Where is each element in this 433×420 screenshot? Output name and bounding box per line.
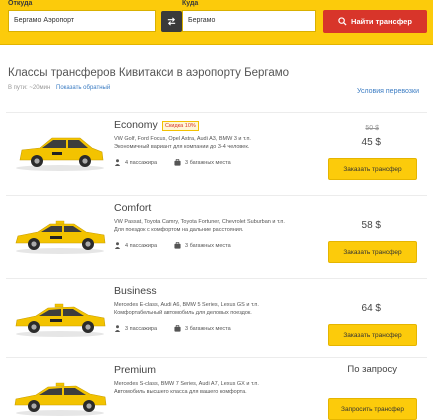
order-transfer-button[interactable]: Заказать трансфер [328, 241, 417, 263]
class-models: VW Golf, Ford Focus, Opel Astra, Audi A3… [114, 136, 251, 142]
route-meta: В пути: ~20мин Показать обратный [8, 85, 110, 91]
class-card-comfort: Comfort VW Passat, Toyota Camry, Toyota … [6, 195, 427, 273]
class-description: Автомобиль высшего класса для вашего ком… [114, 389, 247, 395]
sedan-car-image [15, 220, 106, 254]
show-reverse-link[interactable]: Показать обратный [56, 85, 110, 91]
swap-button[interactable] [161, 11, 182, 32]
class-card-economy: Economy Скидка 10% VW Golf, Ford Focus, … [6, 112, 427, 190]
person-icon [114, 159, 121, 166]
suitcase-icon [174, 159, 181, 166]
suitcase-icon [174, 242, 181, 249]
order-transfer-button[interactable]: Заказать трансфер [328, 324, 417, 346]
class-card-business: Business Mercedes E-class, Audi A6, BMW … [6, 278, 427, 356]
class-models: Mercedes E-class, Audi A6, BMW 5 Series,… [114, 302, 259, 308]
luggage-capacity: 3 багажных места [174, 325, 231, 332]
price: 64 $ [361, 303, 381, 314]
class-description: Экономичный вариант для компании до 3-4 … [114, 144, 250, 150]
bags-text: 3 багажных места [185, 242, 231, 249]
bags-text: 3 багажных места [185, 159, 231, 166]
suitcase-icon [174, 325, 181, 332]
class-name: Premium [114, 364, 157, 376]
price-on-request: По запросу [347, 364, 397, 375]
to-input[interactable]: Бергамо [182, 10, 316, 32]
class-name: Business [114, 285, 157, 297]
conditions-link[interactable]: Условия перевозки [357, 88, 419, 95]
to-label: Куда [182, 0, 199, 7]
swap-icon [167, 17, 176, 26]
class-name: Economy [114, 119, 158, 131]
passenger-capacity: 3 пассажира [114, 325, 157, 332]
class-description: Комфортабельный автомобиль для деловых п… [114, 310, 252, 316]
order-transfer-button[interactable]: Заказать трансфер [328, 158, 417, 180]
search-bar: Откуда Бергамо Аэропорт Куда Бергамо Най… [0, 0, 433, 45]
sedan-car-image [14, 382, 107, 416]
page-title: Классы трансферов Кивитакси в аэропорту … [8, 67, 290, 79]
old-price: 50 $ [365, 125, 379, 132]
passengers-text: 4 пассажира [125, 159, 158, 166]
passenger-capacity: 4 пассажира [114, 242, 157, 249]
person-icon [114, 242, 121, 249]
passengers-text: 3 пассажира [125, 325, 158, 332]
find-transfer-button[interactable]: Найти трансфер [323, 10, 427, 33]
from-input[interactable]: Бергамо Аэропорт [8, 10, 156, 32]
travel-time: В пути: ~20мин [8, 85, 51, 91]
bags-text: 3 багажных места [185, 325, 231, 332]
hatchback-car-image [16, 137, 104, 171]
from-label: Откуда [8, 0, 33, 7]
request-transfer-button[interactable]: Запросить трансфер [328, 398, 417, 420]
class-models: Mercedes S-class, BMW 7 Series, Audi A7,… [114, 381, 259, 387]
class-card-premium: Premium Mercedes S-class, BMW 7 Series, … [6, 357, 427, 420]
sedan-car-image [15, 303, 106, 337]
price: 45 $ [361, 137, 381, 148]
discount-badge: Скидка 10% [162, 121, 199, 131]
search-icon [338, 17, 347, 26]
passengers-text: 4 пассажира [125, 242, 158, 249]
find-transfer-label: Найти трансфер [351, 17, 412, 26]
class-name: Comfort [114, 202, 152, 214]
class-description: Для поездок с комфортом на дальние расст… [114, 227, 244, 233]
price: 58 $ [361, 220, 381, 231]
luggage-capacity: 3 багажных места [174, 242, 231, 249]
passenger-capacity: 4 пассажира [114, 159, 157, 166]
person-icon [114, 325, 121, 332]
class-models: VW Passat, Toyota Camry, Toyota Fortuner… [114, 219, 285, 225]
luggage-capacity: 3 багажных места [174, 159, 231, 166]
